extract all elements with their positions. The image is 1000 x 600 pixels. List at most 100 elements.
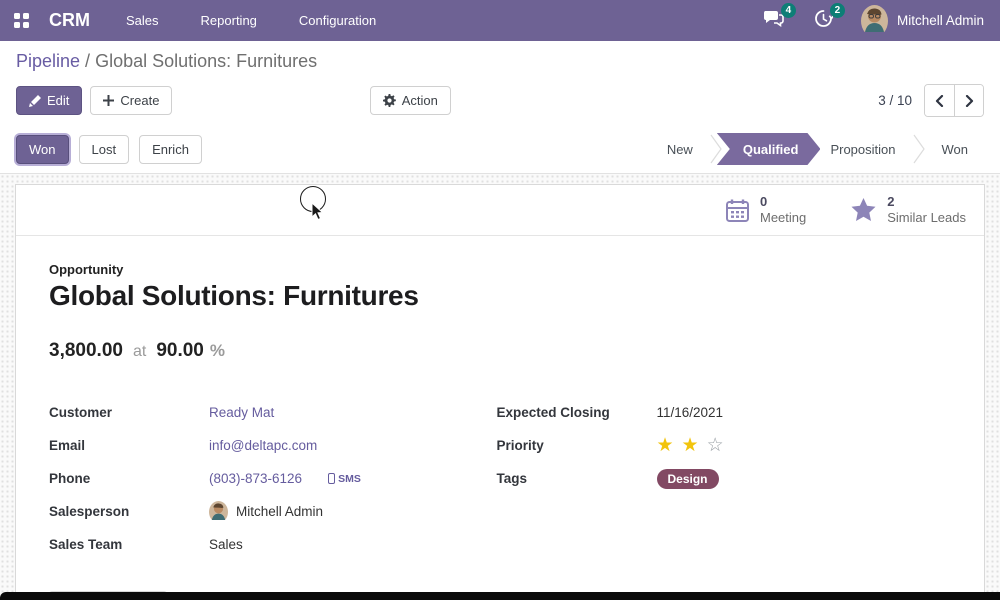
probability-value: 90.00: [156, 340, 204, 362]
mobile-phone-icon: [328, 473, 335, 484]
plus-icon: [103, 95, 114, 106]
salesperson-avatar: [209, 501, 228, 523]
statusbar-buttons: Won Lost Enrich: [16, 135, 202, 164]
create-button[interactable]: Create: [90, 86, 172, 115]
form-sheet: 0 Meeting 2 Similar Leads Opportunity: [15, 184, 985, 600]
won-button[interactable]: Won: [16, 135, 69, 164]
top-navbar: CRM Sales Reporting Configuration 4: [0, 0, 1000, 41]
revenue-row: 3,800.00 at 90.00 %: [49, 340, 944, 362]
user-name: Mitchell Admin: [897, 13, 984, 28]
action-button[interactable]: Action: [370, 86, 451, 115]
messages-button[interactable]: 4: [753, 3, 794, 38]
field-row-phone: Phone (803)-873-6126 SMS: [49, 462, 497, 495]
field-column-left: Customer Ready Mat Email info@deltapc.co…: [49, 396, 497, 561]
control-panel: Pipeline / Global Solutions: Furnitures …: [0, 41, 1000, 129]
pager-next-button[interactable]: [954, 85, 983, 116]
field-column-right: Expected Closing 11/16/2021 Priority: [497, 396, 945, 561]
pager-buttons: [924, 84, 984, 117]
user-menu[interactable]: Mitchell Admin: [861, 5, 984, 37]
stage-won[interactable]: Won: [926, 133, 985, 165]
control-panel-buttons-row: Edit Create Action: [16, 84, 984, 129]
similar-leads-label: Similar Leads: [887, 210, 966, 226]
similar-leads-stat-button[interactable]: 2 Similar Leads: [850, 194, 966, 227]
customer-link[interactable]: Ready Mat: [209, 405, 274, 420]
priority-stars: [657, 436, 724, 455]
at-label: at: [133, 343, 146, 361]
activities-badge: 2: [830, 3, 845, 18]
sales-team-value[interactable]: Sales: [209, 537, 243, 552]
navbar-left: CRM Sales Reporting Configuration: [0, 10, 376, 31]
phone-link[interactable]: (803)-873-6126: [209, 471, 302, 486]
field-row-priority: Priority: [497, 429, 945, 462]
menu-configuration[interactable]: Configuration: [299, 13, 376, 28]
navbar-right: 4 2: [753, 3, 1000, 39]
statusbar: Won Lost Enrich New Qualified Propositio…: [0, 129, 1000, 174]
chevron-right-icon: [965, 95, 974, 107]
similar-leads-count: 2: [887, 194, 966, 210]
pager-value: 3 / 10: [878, 93, 912, 108]
form-view-background: 0 Meeting 2 Similar Leads Opportunity: [0, 174, 1000, 600]
stage-qualified[interactable]: Qualified: [717, 133, 821, 165]
record-type-label: Opportunity: [49, 262, 944, 277]
stage-proposition[interactable]: Proposition: [814, 133, 911, 165]
crm-form-view: CRM Sales Reporting Configuration 4: [0, 0, 1000, 600]
calendar-icon: [725, 198, 750, 223]
field-grid: Customer Ready Mat Email info@deltapc.co…: [49, 396, 944, 561]
app-name[interactable]: CRM: [49, 10, 90, 31]
field-row-tags: Tags Design: [497, 462, 945, 495]
gear-icon: [383, 94, 396, 107]
pencil-icon: [29, 95, 41, 107]
breadcrumb: Pipeline / Global Solutions: Furnitures: [16, 51, 984, 72]
field-label: Salesperson: [49, 504, 209, 519]
field-label: Phone: [49, 471, 209, 486]
stage-pipeline: New Qualified Proposition Won: [651, 133, 984, 165]
edit-button[interactable]: Edit: [16, 86, 82, 115]
field-row-expected-closing: Expected Closing 11/16/2021: [497, 396, 945, 429]
field-row-salesperson: Salesperson M: [49, 495, 497, 528]
activities-button[interactable]: 2: [804, 3, 843, 39]
meeting-label: Meeting: [760, 210, 806, 226]
menu-sales[interactable]: Sales: [126, 13, 159, 28]
stage-new[interactable]: New: [651, 133, 709, 165]
field-label: Email: [49, 438, 209, 453]
sms-button[interactable]: SMS: [328, 473, 361, 485]
field-label: Priority: [497, 438, 657, 453]
menu-reporting[interactable]: Reporting: [201, 13, 257, 28]
meeting-stat-button[interactable]: 0 Meeting: [725, 194, 806, 227]
field-label: Customer: [49, 405, 209, 420]
star-empty-icon[interactable]: [707, 436, 724, 455]
salesperson-value[interactable]: Mitchell Admin: [236, 504, 323, 519]
stage-separator-icon: [912, 133, 926, 165]
breadcrumb-current: Global Solutions: Furnitures: [95, 51, 317, 71]
pager-previous-button[interactable]: [925, 85, 954, 116]
tag-design[interactable]: Design: [657, 469, 719, 489]
email-link[interactable]: info@deltapc.com: [209, 438, 317, 453]
navbar-menu: Sales Reporting Configuration: [126, 13, 376, 28]
star-filled-icon[interactable]: [657, 436, 674, 455]
screen-bottom-bar: [0, 592, 1000, 600]
action-wrap: Action: [172, 86, 648, 115]
field-row-sales-team: Sales Team Sales: [49, 528, 497, 561]
field-label: Tags: [497, 471, 657, 486]
field-row-customer: Customer Ready Mat: [49, 396, 497, 429]
sheet-content: Opportunity Global Solutions: Furnitures…: [16, 236, 984, 561]
percent-sign: %: [210, 341, 225, 361]
field-row-email: Email info@deltapc.com: [49, 429, 497, 462]
opportunity-title: Global Solutions: Furnitures: [49, 280, 944, 312]
breadcrumb-pipeline-link[interactable]: Pipeline: [16, 51, 80, 71]
user-avatar: [861, 5, 888, 37]
messages-badge: 4: [781, 3, 796, 18]
star-icon: [850, 197, 877, 223]
edit-create-group: Edit Create: [16, 86, 172, 115]
chevron-left-icon: [935, 95, 944, 107]
stat-button-strip: 0 Meeting 2 Similar Leads: [16, 185, 984, 236]
breadcrumb-separator: /: [80, 51, 95, 71]
star-filled-icon[interactable]: [682, 436, 699, 455]
lost-button[interactable]: Lost: [79, 135, 130, 164]
enrich-button[interactable]: Enrich: [139, 135, 202, 164]
field-label: Sales Team: [49, 537, 209, 552]
expected-closing-value[interactable]: 11/16/2021: [657, 405, 724, 420]
field-label: Expected Closing: [497, 405, 657, 420]
pager: 3 / 10: [878, 84, 984, 117]
apps-grid-icon[interactable]: [14, 13, 29, 28]
